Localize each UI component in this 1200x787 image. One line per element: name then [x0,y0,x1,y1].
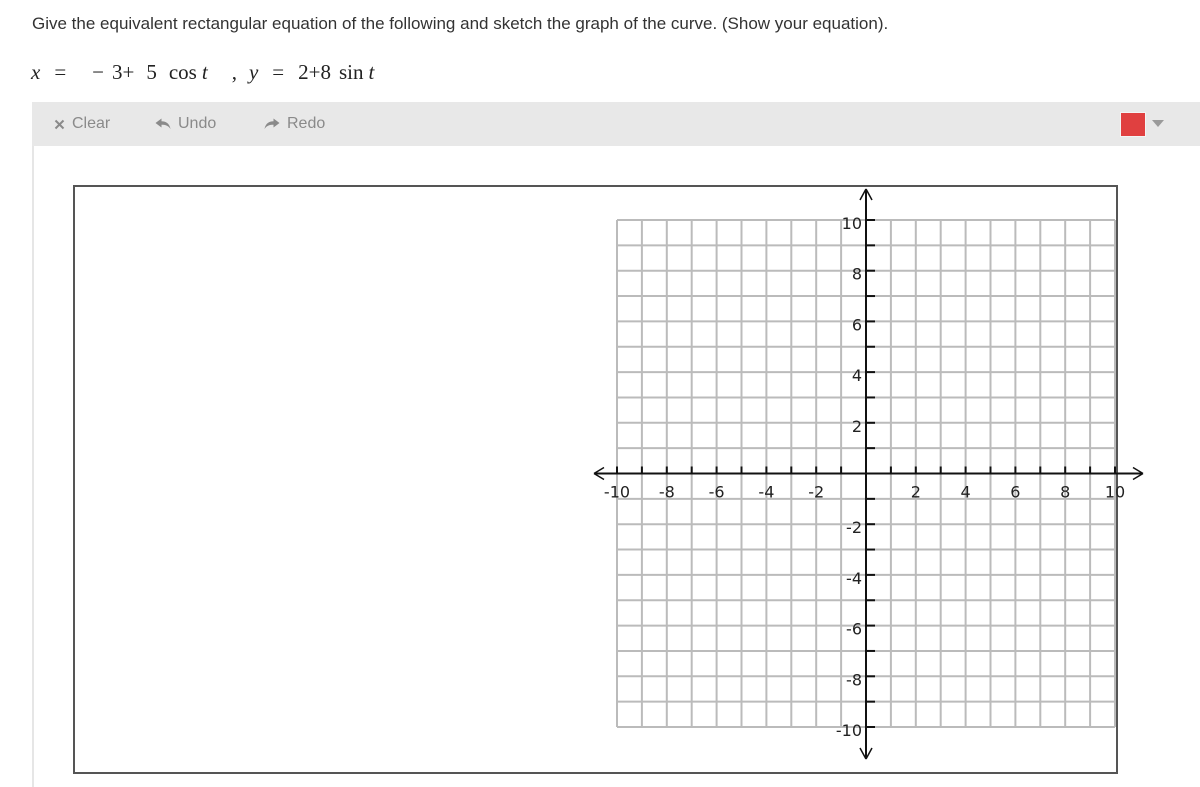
equation-separator: , [231,60,237,84]
question-text: Give the equivalent rectangular equation… [32,14,889,33]
color-dropdown-caret-icon[interactable] [1152,120,1164,127]
close-icon [54,119,65,130]
x-variable: x [31,60,41,84]
x-constant: 3 [112,60,123,84]
y-variable: y [248,60,259,84]
parametric-equation: x = − 3 + 5 cos t , y = 2 + 8 sin t [31,60,374,85]
y-equals: = [272,60,285,84]
undo-arrow-icon [155,118,171,130]
x-equals: = [54,60,67,84]
y-constant: 2 [298,60,309,84]
x-plus: + [122,60,135,84]
x-minus-sign: − [92,60,105,84]
redo-arrow-icon [264,118,280,130]
redo-button[interactable]: Redo [264,102,325,146]
redo-label: Redo [287,115,326,132]
x-cos-function: cos [168,60,197,84]
y-coefficient: 8 [320,60,331,84]
y-plus: + [308,60,321,84]
color-picker-swatch[interactable] [1120,112,1146,137]
graph-canvas[interactable] [73,185,1118,774]
x-parameter-t: t [201,60,208,84]
clear-label: Clear [72,115,111,132]
y-sin-function: sin [338,60,364,84]
x-coefficient: 5 [146,60,157,84]
clear-button[interactable]: Clear [54,102,110,146]
undo-button[interactable]: Undo [155,102,216,146]
undo-label: Undo [178,115,217,132]
drawing-toolbar: Clear Undo Redo [32,102,1200,146]
y-parameter-t: t [368,60,375,84]
